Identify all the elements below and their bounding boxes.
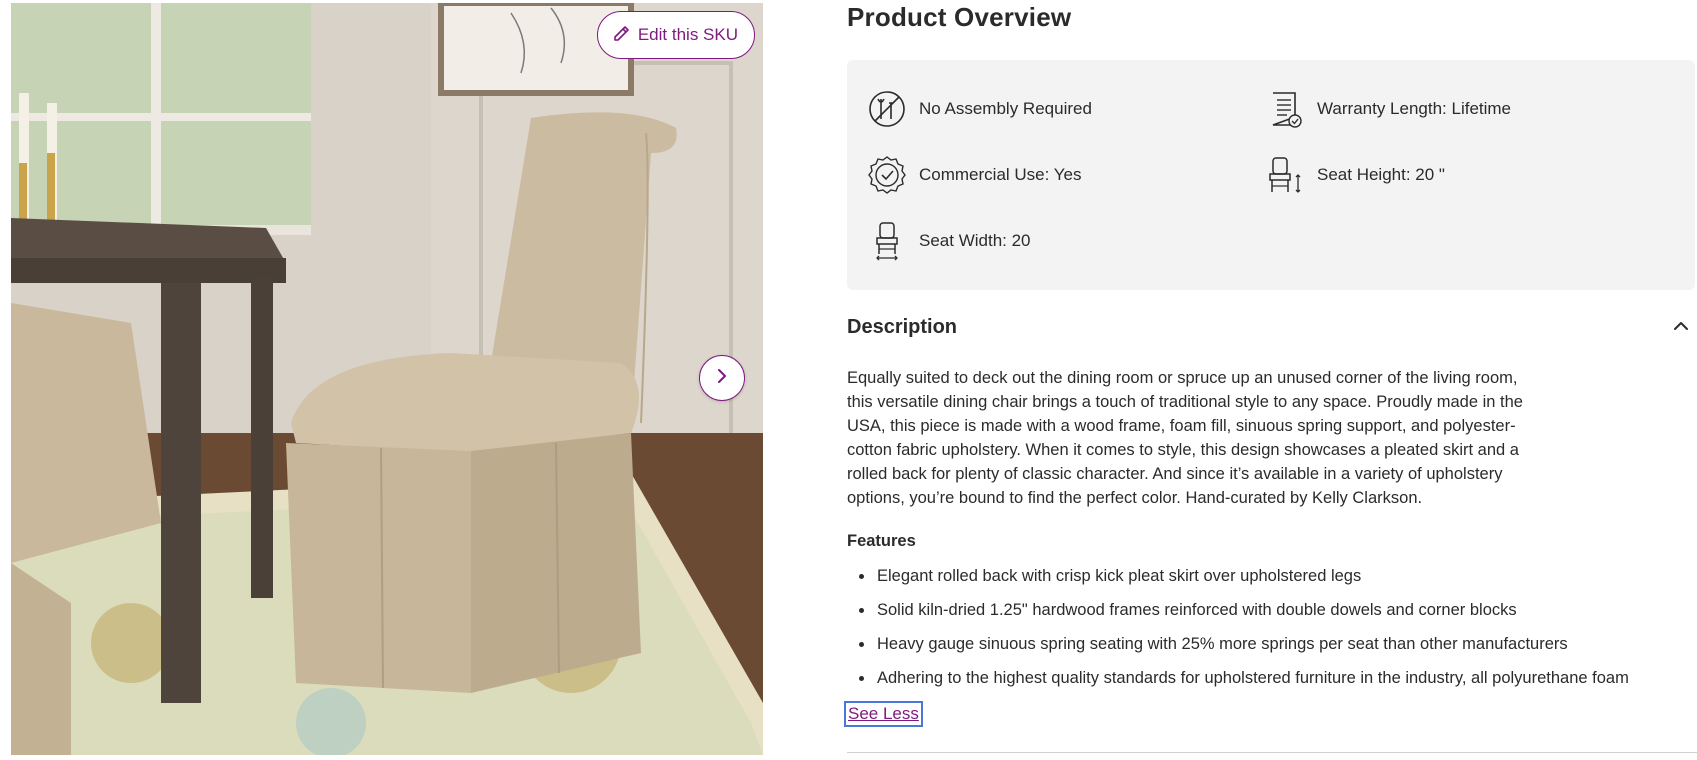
spec-label: Warranty Length: Lifetime bbox=[1317, 99, 1512, 118]
feature-item: Heavy gauge sinuous spring seating with … bbox=[847, 632, 1629, 666]
spec-no-assembly: No Assembly Required bbox=[867, 89, 1092, 129]
feature-item: Adhering to the highest quality standard… bbox=[847, 666, 1629, 700]
specs-box: No Assembly Required Warranty Length: Li… bbox=[847, 60, 1695, 290]
seat-width-icon bbox=[867, 221, 907, 261]
feature-item: Elegant rolled back with crisp kick plea… bbox=[847, 564, 1629, 598]
warranty-document-icon bbox=[1265, 89, 1305, 129]
product-photo bbox=[11, 3, 763, 755]
spec-commercial-use: Commercial Use: Yes bbox=[867, 155, 1082, 195]
feature-item: Solid kiln-dried 1.25" hardwood frames r… bbox=[847, 598, 1629, 632]
spec-label: No Assembly Required bbox=[919, 99, 1092, 118]
chevron-right-icon bbox=[713, 367, 731, 390]
spec-label: Seat Width: 20 bbox=[919, 231, 1031, 250]
pencil-icon bbox=[612, 23, 632, 48]
badge-check-icon bbox=[867, 155, 907, 195]
spec-label: Seat Height: 20 " bbox=[1317, 165, 1445, 184]
no-tools-icon bbox=[867, 89, 907, 129]
features-heading: Features bbox=[847, 532, 916, 550]
spec-label: Commercial Use: Yes bbox=[919, 165, 1082, 184]
edit-sku-button[interactable]: Edit this SKU bbox=[596, 11, 755, 59]
section-divider bbox=[847, 752, 1697, 753]
chevron-up-icon[interactable] bbox=[1671, 316, 1691, 336]
seat-height-icon bbox=[1265, 155, 1305, 195]
description-body: Equally suited to deck out the dining ro… bbox=[847, 369, 1523, 507]
features-list: Elegant rolled back with crisp kick plea… bbox=[847, 564, 1629, 700]
next-image-button[interactable] bbox=[699, 355, 745, 401]
see-less-link[interactable]: See Less bbox=[844, 701, 923, 727]
product-image-gallery[interactable]: Edit this SKU bbox=[11, 3, 763, 755]
spec-seat-height: Seat Height: 20 " bbox=[1265, 155, 1445, 195]
product-overview-title: Product Overview bbox=[847, 2, 1072, 32]
spec-seat-width: Seat Width: 20 bbox=[867, 221, 1031, 261]
edit-sku-label: Edit this SKU bbox=[637, 25, 738, 44]
description-heading[interactable]: Description bbox=[847, 316, 957, 339]
spec-warranty: Warranty Length: Lifetime bbox=[1265, 89, 1511, 129]
